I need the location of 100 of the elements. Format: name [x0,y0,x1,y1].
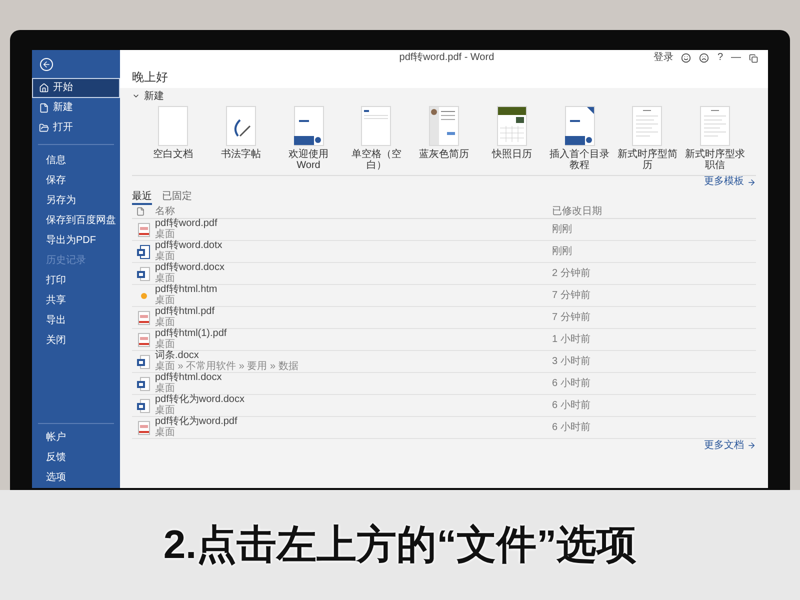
word-template-icon [137,244,150,258]
file-row[interactable]: pdf转word.dotx 桌面 刚刚 [132,241,756,263]
sidebar-item[interactable]: 反馈 [32,448,120,468]
file-location: 桌面 [155,317,176,328]
file-name: pdf转html.htm [155,285,218,295]
sidebar-item[interactable]: 保存 [32,171,120,191]
sidebar-item[interactable]: 开始 [32,78,120,98]
template-label[interactable]: 书法字帖 [220,149,261,160]
file-name: pdf转化为word.docx [155,395,246,405]
file-row[interactable]: pdf转html.htm 桌面 7 分钟前 [132,285,756,307]
column-header: 名称 [155,206,176,216]
file-location: 桌面 [155,273,176,284]
sidebar-item[interactable]: 打印 [32,271,120,291]
template-label[interactable]: 蓝灰色简历 [419,149,469,160]
file-location: 桌面 [155,427,176,438]
restore-icon[interactable] [749,54,758,62]
column-header: 已修改日期 [552,206,602,216]
modified-date: 7 分钟前 [552,312,590,322]
template-label[interactable]: 新式时序型求职信 [682,149,748,171]
dot-icon [140,292,146,298]
tab[interactable]: 最近 [132,191,152,205]
cover-page-thumbnail[interactable] [564,106,594,146]
sidebar-item[interactable]: 导出 [32,311,120,331]
frown-icon[interactable] [699,53,710,63]
calendar-thumbnail[interactable] [496,106,527,146]
file-location: 桌面 » 不常用软件 » 要用 » 数据 [155,361,300,372]
modified-date: 6 小时前 [552,378,590,388]
sidebar-item[interactable]: 新建 [32,98,120,118]
file-name: pdf转word.docx [155,263,226,273]
blank-page-thumbnail[interactable] [158,106,188,146]
file-name: pdf转html.pdf [155,307,216,317]
pdf-file-icon [138,310,150,324]
help-button[interactable]: ? [717,53,723,63]
sidebar-item[interactable]: 关闭 [32,331,120,351]
caption-text: 2.点击左上方的“文件”选项 [163,522,637,569]
modified-date: 2 分钟前 [552,268,590,278]
sidebar-item[interactable]: 共享 [32,291,120,311]
text-page-thumbnail[interactable] [632,106,662,146]
pdf-file-icon [138,222,150,236]
chevron-icon [132,92,140,100]
cover-page-thumbnail[interactable] [294,106,324,146]
file-name: pdf转html.docx [155,373,223,383]
sidebar-item[interactable]: 帐户 [32,428,120,448]
file-location: 桌面 [155,383,176,394]
page-thumbnail[interactable] [361,106,392,146]
document-icon [136,207,145,216]
more-templates-link[interactable]: 更多模板 [704,176,756,188]
tab[interactable]: 已固定 [162,191,192,205]
sidebar-item[interactable]: 导出为PDF [32,231,120,251]
sidebar-item[interactable]: 选项 [32,468,120,488]
more-documents-link[interactable]: 更多文档 [704,440,756,451]
file-name: pdf转html(1).pdf [155,329,228,339]
folder-icon [39,123,49,133]
modified-date: 3 小时前 [552,356,590,366]
file-location: 桌面 [155,295,176,306]
file-name: pdf转word.dotx [155,241,224,251]
pdf-file-icon [138,332,150,346]
file-location: 桌面 [155,251,176,262]
file-row[interactable]: pdf转化为word.pdf 桌面 6 小时前 [132,417,756,439]
file-location: 桌面 [155,229,176,240]
template-label[interactable]: 单空格（空白） [343,149,410,171]
file-name: pdf转化为word.pdf [155,417,238,427]
new-section-toggle[interactable]: 新建 [132,88,756,104]
file-row[interactable]: pdf转html.pdf 桌面 7 分钟前 [132,307,756,329]
sign-in-link[interactable]: 登录 [653,53,674,63]
file-row[interactable]: 词条.docx 桌面 » 不常用软件 » 要用 » 数据 3 小时前 [132,351,756,373]
template-label[interactable]: 新式时序型简历 [614,149,680,171]
modified-date: 1 小时前 [552,334,590,344]
word-document-icon [137,398,150,412]
modified-date: 6 小时前 [552,422,590,432]
pdf-file-icon [138,420,150,434]
template-label[interactable]: 空白文档 [153,149,193,160]
arrow-icon [747,441,756,450]
brush-page-thumbnail[interactable] [226,106,256,146]
word-document-icon [137,266,150,280]
modified-date: 6 小时前 [552,400,590,410]
template-label[interactable]: 快照日历 [492,149,532,160]
modified-date: 刚刚 [552,224,572,234]
file-row[interactable]: pdf转化为word.docx 桌面 6 小时前 [132,395,756,417]
template-label[interactable]: 欢迎使用 Word [276,149,342,171]
modified-date: 7 分钟前 [552,290,590,300]
file-name: pdf转word.pdf [155,219,218,229]
sidebar-item[interactable]: 打开 [32,118,120,138]
word-document-icon [137,354,150,368]
text-page-thumbnail[interactable] [700,106,730,146]
file-row[interactable]: pdf转word.pdf 桌面 刚刚 [132,219,756,241]
resume-thumbnail[interactable] [429,106,459,146]
back-icon[interactable] [40,58,53,70]
window-title: pdf转word.pdf - Word [399,53,494,63]
sidebar-item[interactable]: 信息 [32,151,120,171]
smile-icon[interactable] [681,53,692,63]
arrow-icon [747,178,756,186]
file-row[interactable]: pdf转html.docx 桌面 6 小时前 [132,373,756,395]
minimize-button[interactable]: — [731,53,741,63]
sidebar-item[interactable]: 另存为 [32,191,120,211]
file-row[interactable]: pdf转html(1).pdf 桌面 1 小时前 [132,329,756,351]
document-icon [39,103,49,113]
file-row[interactable]: pdf转word.docx 桌面 2 分钟前 [132,263,756,285]
template-label[interactable]: 插入首个目录教程 [546,149,612,171]
sidebar-item[interactable]: 保存到百度网盘 [32,211,120,231]
